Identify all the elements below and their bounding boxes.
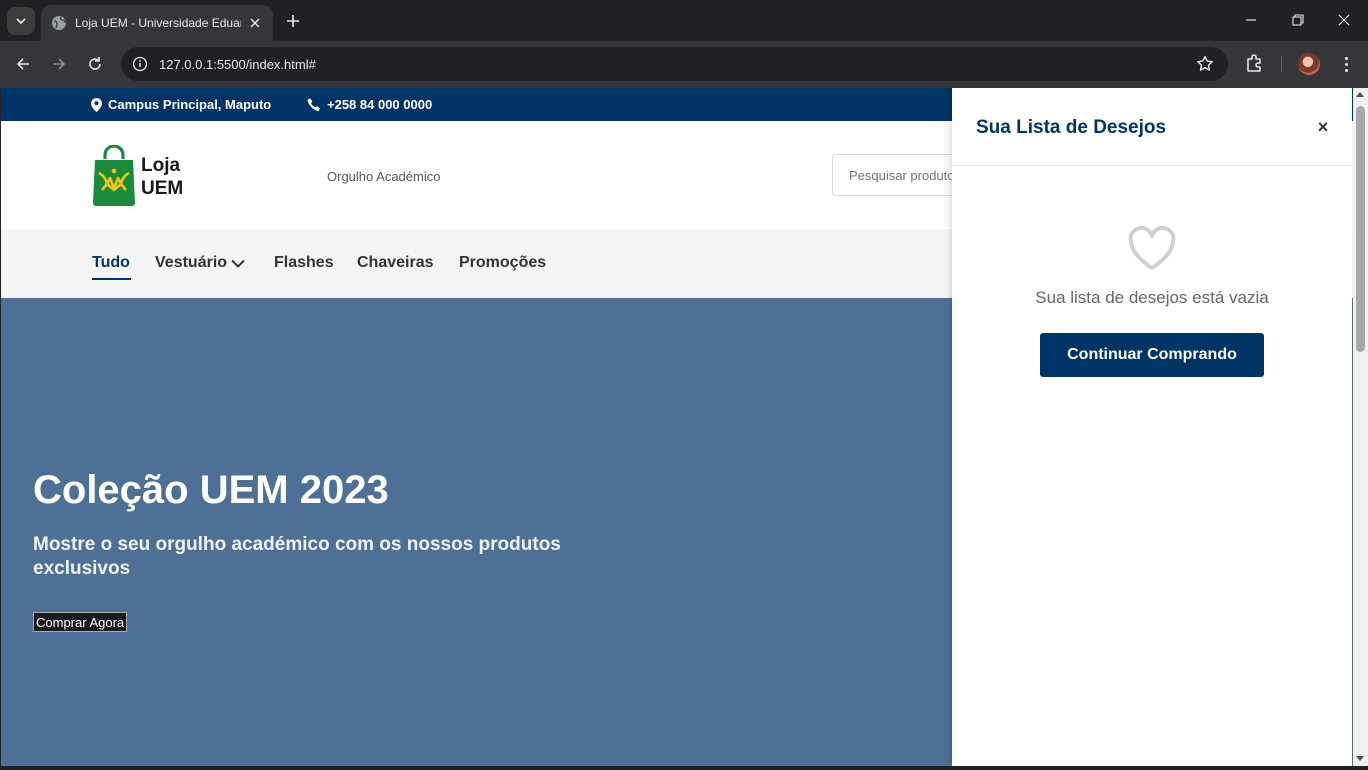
arrow-left-icon	[16, 58, 29, 70]
restore-icon	[1292, 14, 1304, 26]
wishlist-empty-message: Sua lista de desejos está vazia	[1035, 288, 1269, 307]
wishlist-header: Sua Lista de Desejos ×	[952, 88, 1352, 166]
minimize-icon	[1246, 19, 1256, 21]
close-icon	[1338, 14, 1350, 26]
reload-icon	[89, 57, 101, 70]
continue-shopping-button[interactable]: Continuar Comprando	[1040, 333, 1264, 377]
toolbar-divider	[1281, 56, 1282, 72]
bookmark-star-icon[interactable]	[1196, 55, 1214, 73]
tab-close-icon[interactable]	[247, 15, 263, 31]
restore-button[interactable]	[1286, 8, 1310, 32]
url-text: 127.0.0.1:5500/index.html#	[159, 56, 316, 72]
globe-icon	[52, 16, 66, 30]
browser-tab[interactable]: Loja UEM - Universidade Eduardo Mondlane	[41, 5, 273, 41]
page-scrollbar[interactable]	[1353, 88, 1368, 766]
tab-title: Loja UEM - Universidade Eduardo Mondlane	[75, 16, 241, 30]
extensions-icon[interactable]	[1244, 52, 1266, 74]
browser-tab-bar: Loja UEM - Universidade Eduardo Mondlane	[0, 0, 1368, 41]
arrow-right-icon	[53, 58, 66, 70]
window-bottom-edge	[0, 766, 1368, 770]
site-info-icon[interactable]	[130, 54, 150, 74]
forward-button[interactable]	[47, 52, 71, 76]
scroll-down-arrow-icon[interactable]	[1356, 756, 1364, 761]
wishlist-drawer: Sua Lista de Desejos × Sua lista de dese…	[952, 88, 1352, 766]
plus-icon	[287, 15, 299, 27]
profile-avatar[interactable]	[1298, 53, 1320, 75]
chevron-down-icon	[16, 18, 26, 24]
address-bar[interactable]: 127.0.0.1:5500/index.html#	[121, 47, 1228, 81]
close-window-button[interactable]	[1332, 8, 1356, 32]
scroll-up-arrow-icon[interactable]	[1356, 92, 1364, 97]
wishlist-title: Sua Lista de Desejos	[976, 117, 1167, 138]
page-viewport: Campus Principal, Maputo +258 84 000 000…	[1, 88, 1353, 766]
back-button[interactable]	[11, 52, 35, 76]
wishlist-close-icon[interactable]: ×	[1316, 118, 1330, 136]
browser-toolbar: 127.0.0.1:5500/index.html#	[0, 41, 1368, 88]
minimize-button[interactable]	[1239, 8, 1263, 32]
new-tab-button[interactable]	[283, 11, 303, 31]
heart-outline-icon	[1128, 226, 1176, 270]
tab-search-button[interactable]	[7, 7, 35, 35]
browser-menu-button[interactable]	[1336, 53, 1356, 75]
reload-button[interactable]	[83, 52, 107, 76]
scrollbar-thumb[interactable]	[1356, 106, 1365, 352]
